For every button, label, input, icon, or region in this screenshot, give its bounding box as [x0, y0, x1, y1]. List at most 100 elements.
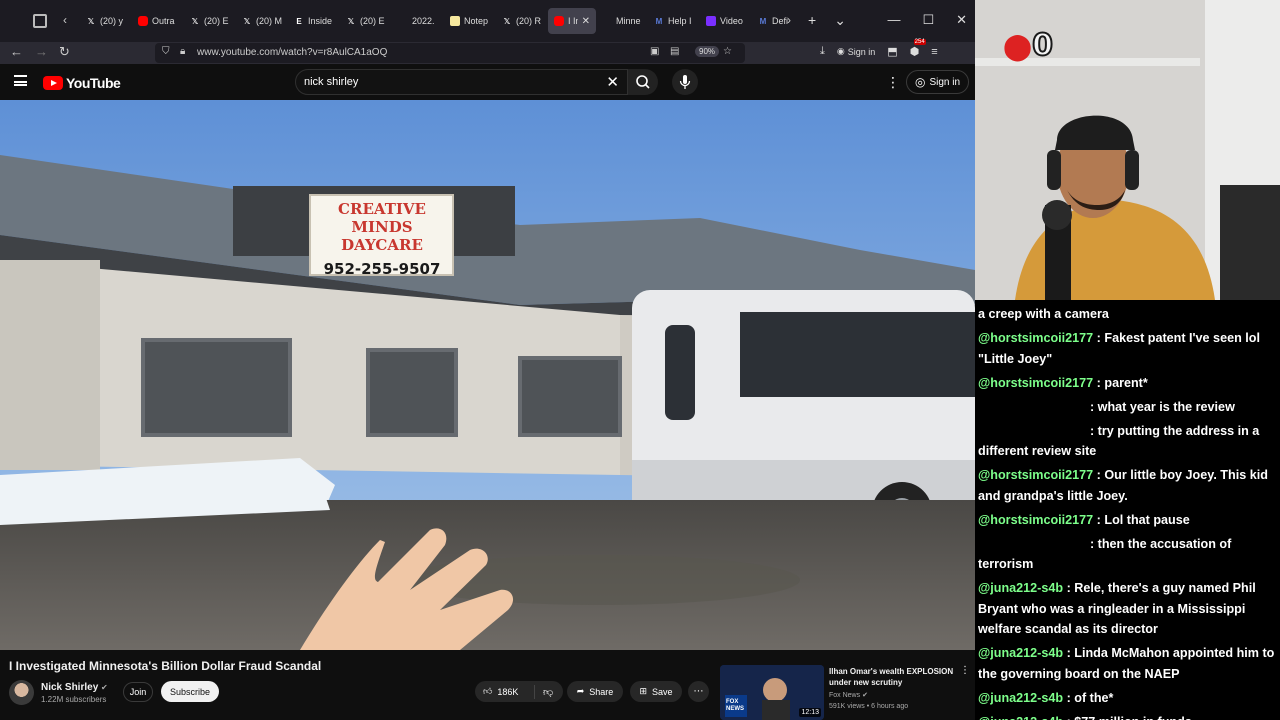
address-bar[interactable]: ⛉ 🔒︎ www.youtube.com/watch?v=r8AulCA1aOQ… — [155, 43, 745, 63]
recommended-more-icon[interactable]: ⋮ — [960, 665, 970, 676]
minimize-icon[interactable]: — — [887, 12, 900, 28]
browser-tab[interactable]: 𝕏 (20) y — [80, 8, 132, 34]
chat-text: : try putting the address in a different… — [978, 423, 1263, 459]
ublock-icon[interactable]: ⬢ 254 — [910, 39, 926, 58]
browser-tab[interactable]: 𝕏 (20) M — [236, 8, 288, 34]
lock-icon[interactable]: 🔒︎ — [180, 46, 185, 57]
more-actions-button[interactable]: ⋯ — [688, 681, 709, 702]
chat-text: a creep with a camera — [978, 307, 1109, 321]
tab-title: Video — [720, 16, 743, 26]
url-text[interactable]: www.youtube.com/watch?v=r8AulCA1aOQ — [197, 47, 387, 58]
picture-in-picture-icon[interactable]: ▣ — [650, 46, 659, 57]
chat-text: : $77 million in funds — [1063, 715, 1192, 720]
microphone-icon — [679, 75, 691, 89]
bookmark-star-icon[interactable]: ☆ — [723, 46, 732, 57]
chat-message: @horstsimcoii2177 : Our little boy Joey.… — [978, 465, 1277, 506]
tab-overflow-chevron-icon[interactable]: ⌄ — [834, 12, 846, 29]
youtube-logo[interactable]: YouTube — [43, 75, 121, 91]
browser-tab[interactable]: Outra — [132, 8, 184, 34]
browser-tab[interactable]: Video — [700, 8, 752, 34]
clear-search-icon[interactable]: ✕ — [606, 73, 619, 91]
browser-tab[interactable]: I In ✕ — [548, 8, 596, 34]
reload-icon[interactable]: ↻ — [59, 44, 70, 60]
settings-more-icon[interactable]: ⋮ — [886, 74, 900, 91]
app-menu-icon[interactable]: ≡ — [931, 46, 937, 58]
browser-tab[interactable]: M Defi — [752, 8, 804, 34]
chat-message: @horstsimcoii2177 : Fakest patent I've s… — [978, 328, 1277, 369]
search-button[interactable] — [628, 69, 658, 95]
recommended-channel-text: Fox News — [829, 692, 861, 699]
e-favicon-icon: E — [296, 16, 302, 26]
channel-name[interactable]: Nick Shirley ✔ — [41, 682, 108, 693]
channel-name-text[interactable]: Nick Shirley — [41, 682, 98, 693]
like-button[interactable]: 👍︎ 186K — [475, 684, 535, 699]
tab-scroll-left-icon[interactable]: ‹ — [63, 13, 67, 27]
tab-title: Outra — [152, 16, 175, 26]
back-icon[interactable]: ← — [10, 44, 23, 59]
join-button[interactable]: Join — [123, 682, 153, 702]
sign-line-2: DAYCARE — [341, 236, 423, 254]
account-signin[interactable]: ◉ Sign in — [837, 46, 875, 57]
browser-tab[interactable]: 𝕏 (20) E — [340, 8, 392, 34]
browser-tab[interactable]: 𝕏 (20) E — [184, 8, 236, 34]
search-input[interactable]: nick shirley ✕ — [295, 69, 628, 95]
sign-line-1: CREATIVE MINDS — [338, 200, 426, 236]
close-tab-icon[interactable]: ✕ — [582, 16, 590, 27]
chat-message: : then the accusation of terrorism — [978, 534, 1277, 575]
thumbs-up-icon: 👍︎ — [483, 686, 493, 696]
dislike-button[interactable]: 👎︎ — [535, 686, 553, 698]
chat-username: @juna212-s4b — [978, 715, 1063, 720]
youtube-favicon-icon — [554, 16, 564, 26]
chat-username: @juna212-s4b — [978, 581, 1064, 595]
thumbs-down-icon: 👎︎ — [543, 686, 554, 698]
browser-tab[interactable]: Notep — [444, 8, 496, 34]
maximize-icon[interactable]: ☐ — [922, 12, 934, 28]
tab-title: (20) M — [256, 16, 282, 26]
browser-tab[interactable]: M Help I — [648, 8, 700, 34]
downloads-icon[interactable]: ⤓ — [820, 45, 825, 58]
extensions-icon[interactable]: ⬒ — [887, 45, 897, 58]
tab-scroll-right-icon[interactable]: › — [787, 13, 791, 27]
youtube-signin-label: Sign in — [929, 76, 961, 88]
shield-icon[interactable]: ⛉ — [162, 46, 170, 57]
chat-message: : try putting the address in a different… — [978, 421, 1277, 462]
like-dislike-group: 👍︎ 186K 👎︎ — [475, 681, 563, 702]
browser-tab[interactable]: Minne — [596, 8, 648, 34]
subscribe-button[interactable]: Subscribe — [161, 681, 219, 702]
ublock-badge: 254 — [913, 39, 926, 45]
m-favicon-icon: M — [655, 16, 663, 26]
zoom-level[interactable]: 90% — [695, 46, 720, 57]
tab-strip: 𝕏 (20) y Outra 𝕏 (20) E 𝕏 (20) M E Inside 𝕏 (20) E… — [80, 8, 804, 34]
x-logo-icon: 𝕏 — [87, 16, 95, 26]
more-horizontal-icon: ⋯ — [693, 686, 704, 697]
tab-title: Minne — [616, 16, 641, 26]
recommended-title[interactable]: Ilhan Omar's wealth EXPLOSION under new … — [829, 666, 957, 688]
browser-tab[interactable]: 𝕏 (20) R — [496, 8, 548, 34]
browser-tab[interactable]: 2022. — [392, 8, 444, 34]
recommended-meta: 591K views • 6 hours ago — [829, 703, 909, 710]
search-query[interactable]: nick shirley — [304, 76, 358, 88]
reader-view-icon[interactable]: ▤ — [670, 46, 679, 57]
video-info-panel: I Investigated Minnesota's Billion Dolla… — [0, 650, 975, 720]
verified-check-icon: ✔ — [862, 692, 868, 699]
channel-avatar[interactable] — [9, 680, 34, 705]
chat-message: @juna212-s4b : $77 million in funds — [978, 712, 1277, 720]
youtube-play-icon — [43, 76, 63, 90]
voice-search-button[interactable] — [672, 69, 698, 95]
share-button[interactable]: ➦ Share — [567, 681, 623, 702]
recommended-video[interactable]: FOX NEWS 12:13 Ilhan Omar's wealth EXPLO… — [720, 665, 975, 720]
video-player[interactable]: CREATIVE MINDS DAYCARE 952-255-9507 — [0, 100, 975, 650]
share-arrow-icon: ➦ — [576, 686, 585, 696]
forward-icon[interactable]: → — [35, 44, 48, 59]
user-circle-icon: ◎ — [914, 75, 926, 89]
browser-tab[interactable]: E Inside — [288, 8, 340, 34]
close-window-icon[interactable]: ✕ — [956, 12, 967, 28]
tab-list-icon[interactable] — [33, 14, 47, 28]
chat-message: @juna212-s4b : Linda McMahon appointed h… — [978, 643, 1277, 684]
recommended-thumbnail[interactable]: FOX NEWS 12:13 — [720, 665, 824, 720]
youtube-signin-button[interactable]: ◎ Sign in — [906, 70, 969, 94]
guide-menu-icon[interactable] — [14, 75, 27, 86]
save-button[interactable]: ⊞ Save — [630, 681, 682, 702]
new-tab-icon[interactable]: + — [808, 12, 816, 29]
chat-username: @horstsimcoii2177 — [978, 512, 1094, 527]
